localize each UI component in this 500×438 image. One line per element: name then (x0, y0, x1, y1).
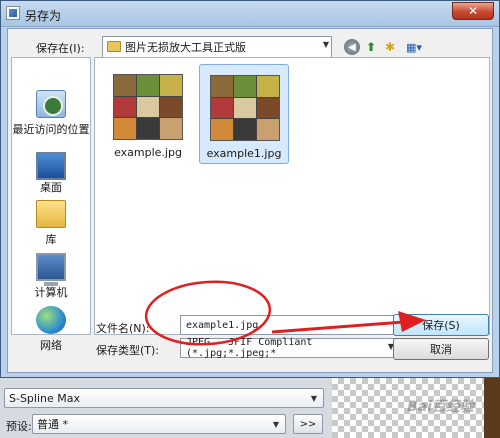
close-button[interactable]: ✕ (452, 2, 494, 20)
thumbnail-tile (114, 75, 136, 96)
thumbnail-tile (211, 119, 233, 140)
up-folder-button[interactable]: ⬆ (363, 39, 379, 55)
file-list: example.jpg example1.jpg (94, 57, 490, 335)
thumbnail-tile (234, 76, 256, 97)
library-icon (36, 200, 66, 228)
views-icon: ▦▾ (406, 40, 422, 54)
thumbnail-tile (160, 75, 182, 96)
back-button[interactable]: ◀ (344, 39, 360, 55)
thumbnail-tile (257, 119, 279, 140)
more-options-button[interactable]: >> (293, 414, 323, 434)
up-arrow-icon: ⬆ (365, 40, 377, 54)
file-item-selected[interactable]: example1.jpg (199, 64, 289, 164)
file-name: example1.jpg (206, 147, 282, 160)
place-library[interactable]: 库 (12, 200, 90, 247)
filename-value: example1.jpg (186, 319, 259, 331)
filetype-value: JPEG - JFIF Compliant (*.jpg;*.jpeg;* (186, 337, 313, 359)
thumbnail-tile (137, 75, 159, 96)
preset-label: 预设: (6, 420, 32, 433)
thumbnail-tile (211, 97, 233, 119)
thumbnail-tile (234, 119, 256, 140)
place-recent[interactable]: 最近访问的位置 (12, 90, 90, 137)
cancel-button[interactable]: 取消 (393, 338, 489, 360)
thumbnail-tile (234, 97, 256, 119)
watermark-logo: Bai百经验 (407, 399, 474, 415)
thumbnail-tile (137, 118, 159, 139)
filetype-label: 保存类型(T): (96, 344, 160, 357)
filename-label: 文件名(N): (96, 322, 150, 335)
thumbnail-tile (114, 118, 136, 139)
filetype-select[interactable]: JPEG - JFIF Compliant (*.jpg;*.jpeg;* ▼ (180, 337, 398, 359)
dialog-title: 另存为 (25, 9, 62, 23)
new-folder-icon: ✱ (384, 40, 396, 54)
image-thumbnail (210, 75, 280, 141)
window-icon (6, 6, 20, 20)
thumbnail-tile (257, 97, 279, 119)
save-in-select[interactable]: 图片无损放大工具正式版 ▼ (102, 36, 332, 58)
image-thumbnail (113, 74, 183, 140)
views-menu-button[interactable]: ▦▾ (402, 39, 426, 55)
more-options-label: >> (299, 418, 317, 430)
dialog-titlebar[interactable]: 另存为 ✕ (1, 1, 499, 27)
thumbnail-tile (211, 76, 233, 97)
back-arrow-icon: ◀ (348, 41, 356, 53)
filename-input[interactable]: example1.jpg (180, 315, 398, 335)
thumbnail-tile (257, 76, 279, 97)
save-as-dialog: 另存为 ✕ 保存在(I): 图片无损放大工具正式版 ▼ ◀ ⬆ ✱ ▦▾ 最近访… (0, 0, 500, 378)
network-icon (36, 306, 66, 334)
place-label: 桌面 (40, 181, 62, 194)
place-label: 计算机 (34, 286, 68, 299)
thumbnail-tile (160, 96, 182, 118)
place-desktop[interactable]: 桌面 (12, 148, 90, 195)
computer-icon (36, 253, 66, 286)
close-icon: ✕ (467, 4, 479, 18)
thumbnail-tile (160, 118, 182, 139)
save-button[interactable]: 保存(S) (393, 314, 489, 336)
folder-icon (107, 41, 121, 52)
chevron-down-icon: ▼ (322, 40, 329, 49)
save-in-label: 保存在(I): (36, 42, 85, 55)
chevron-down-icon: ▼ (272, 419, 280, 429)
place-label: 网络 (40, 339, 62, 352)
place-network[interactable]: 网络 (12, 306, 90, 353)
places-bar: 最近访问的位置 桌面 库 计算机 网络 (11, 57, 91, 352)
current-folder-name: 图片无损放大工具正式版 (125, 41, 246, 54)
save-button-label: 保存(S) (422, 319, 460, 332)
algorithm-select[interactable]: S-Spline Max ▼ (4, 388, 324, 408)
thumbnail-tile (137, 96, 159, 118)
preset-select[interactable]: 普通 * ▼ (32, 414, 286, 434)
file-name: example.jpg (114, 146, 182, 159)
recent-places-icon (36, 90, 66, 118)
image-preview-edge (484, 378, 500, 438)
file-item[interactable]: example.jpg (103, 64, 193, 164)
place-computer[interactable]: 计算机 (12, 253, 90, 300)
new-folder-button[interactable]: ✱ (382, 39, 398, 55)
thumbnail-tile (114, 96, 136, 118)
place-label: 库 (45, 233, 57, 246)
desktop-icon (36, 152, 66, 180)
algorithm-select-value: S-Spline Max (9, 391, 81, 405)
chevron-down-icon: ▼ (310, 393, 318, 403)
cancel-button-label: 取消 (430, 343, 452, 356)
dialog-client-area: 保存在(I): 图片无损放大工具正式版 ▼ ◀ ⬆ ✱ ▦▾ 最近访问的位置 桌… (7, 28, 493, 373)
place-label: 最近访问的位置 (12, 123, 90, 136)
preset-select-value: 普通 * (37, 418, 68, 431)
